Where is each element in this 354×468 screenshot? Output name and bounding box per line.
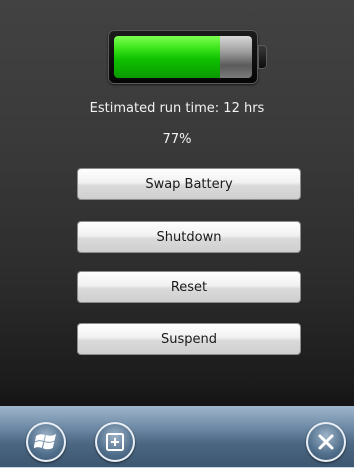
estimated-runtime: Estimated run time: 12 hrs	[89, 101, 265, 116]
close-button[interactable]	[306, 422, 346, 462]
battery-icon	[108, 30, 258, 84]
battery-percent: 77%	[162, 132, 192, 147]
start-button[interactable]	[26, 422, 66, 462]
windows-flag-icon	[34, 434, 56, 450]
close-icon	[318, 434, 334, 450]
battery-terminal	[258, 45, 267, 69]
input-panel-button[interactable]	[95, 422, 135, 462]
battery-screen: Estimated run time: 12 hrs 77% Swap Batt…	[0, 0, 354, 468]
shutdown-button[interactable]: Shutdown	[77, 221, 301, 253]
battery-charge-fill	[114, 36, 220, 78]
reset-button[interactable]: Reset	[77, 271, 301, 303]
battery-empty-portion	[220, 36, 252, 78]
swap-battery-button[interactable]: Swap Battery	[77, 168, 301, 200]
suspend-button[interactable]: Suspend	[77, 323, 301, 355]
input-panel-icon	[106, 433, 124, 451]
